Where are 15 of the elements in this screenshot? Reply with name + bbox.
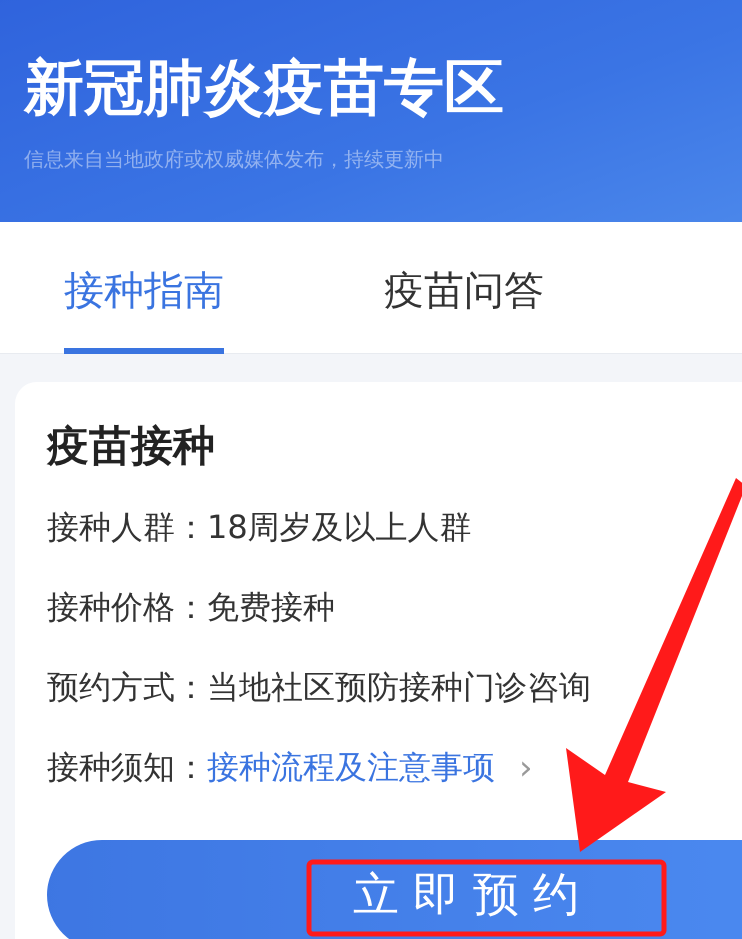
chevron-icon[interactable]: › <box>519 748 533 788</box>
link[interactable]: 接种流程及注意事项 <box>207 746 495 790</box>
subtitle: 信息来自当地政府或权威媒体发布，持续更新中 <box>24 146 445 173</box>
field-label: 预约方式： <box>47 667 207 708</box>
book-button[interactable]: 立即预约 <box>47 840 742 939</box>
field-label: 接种人群： <box>47 507 207 548</box>
field-value: 当地社区预防接种门诊咨询 <box>207 667 591 708</box>
field-value: 18周岁及以上人群 <box>207 507 472 548</box>
tab[interactable]: 疫苗问答 <box>384 222 544 354</box>
field-label: 接种价格： <box>47 587 207 628</box>
field-label: 接种须知： <box>47 747 207 788</box>
tab[interactable]: 接种指南 <box>64 222 224 354</box>
field-value: 免费接种 <box>207 587 335 628</box>
page-title: 新冠肺炎疫苗专区 <box>24 52 505 125</box>
card-title: 疫苗接种 <box>47 420 216 472</box>
